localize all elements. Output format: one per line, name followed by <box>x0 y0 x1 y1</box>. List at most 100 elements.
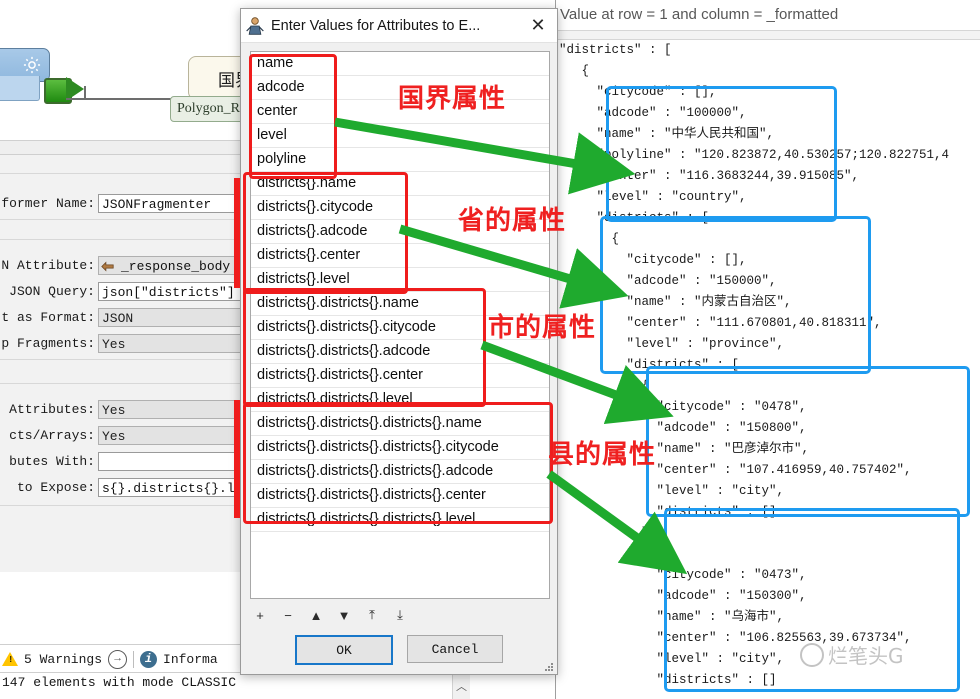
arrow-right-circle-icon[interactable]: → <box>108 649 128 669</box>
panel-divider <box>0 505 250 506</box>
json-line: "level" : "province", <box>559 337 785 351</box>
param-label: JSON Query: <box>9 284 95 299</box>
dialog-button-row: OK Cancel <box>241 635 557 669</box>
move-to-bottom-button[interactable]: ⤓ <box>393 607 407 622</box>
json-line: "districts" : [] <box>559 673 777 687</box>
move-up-button[interactable]: ▲ <box>309 608 323 623</box>
warnings-count-label[interactable]: 5 Warnings <box>24 652 102 667</box>
list-item[interactable]: districts{}.name <box>251 172 549 196</box>
inspector-header: Value at row = 1 and column = _formatted <box>556 0 980 28</box>
attribute-icon <box>101 261 114 272</box>
resize-grip-icon[interactable] <box>544 662 554 672</box>
json-line: { <box>559 379 650 393</box>
list-item[interactable]: districts{}.districts{}.districts{}.city… <box>251 436 549 460</box>
param-label: p Fragments: <box>1 336 95 351</box>
dialog-title: Enter Values for Attributes to E... <box>271 17 481 34</box>
json-line: "citycode" : "0473", <box>559 568 807 582</box>
json-line: "citycode" : "0478", <box>559 400 807 414</box>
param-label: Attributes: <box>9 402 95 417</box>
info-label[interactable]: Informa <box>163 652 218 667</box>
json-line: "center" : "106.825563,39.673734", <box>559 631 912 645</box>
panel-divider <box>0 359 250 360</box>
add-row-button[interactable]: + <box>253 608 267 623</box>
list-item[interactable]: districts{}.districts{}.districts{}.name <box>251 412 549 436</box>
json-line: "citycode" : [], <box>559 253 747 267</box>
json-line: "adcode" : "150000", <box>559 274 777 288</box>
chevron-up-icon[interactable]: ︿ <box>452 672 470 699</box>
json-value-view[interactable]: "districts" : [ { "citycode" : [], "adco… <box>556 40 980 699</box>
json-line: { <box>559 547 650 561</box>
flatten-fragments-select[interactable]: Yes <box>98 334 258 353</box>
output-format-select[interactable]: JSON <box>98 308 258 327</box>
status-divider <box>133 650 135 668</box>
list-item[interactable]: districts{}.districts{}.districts{}.adco… <box>251 460 549 484</box>
node-green-label: Polygon_R <box>177 101 241 116</box>
list-item[interactable]: polyline <box>251 148 549 172</box>
json-line: { <box>559 64 590 78</box>
param-row-flatten-fragments: p Fragments: Yes <box>0 333 258 355</box>
param-row-json-query: JSON Query: json["districts"] <box>0 281 258 303</box>
json-line: { <box>559 232 620 246</box>
param-row-transformer-name: former Name: JSONFragmenter <box>0 193 258 215</box>
list-item[interactable]: districts{}.level <box>251 268 549 292</box>
json-line: "level" : "country", <box>559 190 747 204</box>
remove-row-button[interactable]: − <box>281 608 295 623</box>
status-bar: 5 Warnings → i Informa <box>0 644 252 673</box>
json-line: "center" : "116.3683244,39.915085", <box>559 169 860 183</box>
panel-divider <box>0 173 250 174</box>
json-line: }, <box>559 526 657 540</box>
param-label: former Name: <box>1 196 95 211</box>
annotation-label-country: 国界属性 <box>398 84 507 114</box>
param-row-attributes: Attributes: Yes <box>0 399 258 421</box>
param-label: t as Format: <box>1 310 95 325</box>
list-item[interactable]: level <box>251 124 549 148</box>
json-line: "districts" : [ <box>559 358 740 372</box>
close-icon[interactable]: ✕ <box>523 11 553 41</box>
dialog-cancel-button[interactable]: Cancel <box>407 635 503 663</box>
panel-divider <box>0 239 250 240</box>
inspector-separator <box>556 30 980 40</box>
json-line: "districts" : [] <box>559 505 777 519</box>
list-item[interactable]: name <box>251 52 549 76</box>
list-item[interactable]: districts{}.districts{}.districts{}.cent… <box>251 484 549 508</box>
json-line: "name" : "乌海市", <box>559 610 785 624</box>
gear-icon[interactable] <box>21 54 43 76</box>
json-line: "adcode" : "150300", <box>559 589 807 603</box>
json-line: "polyline" : "120.823872,40.530257;120.8… <box>559 148 950 162</box>
param-label: to Expose: <box>16 480 95 495</box>
watermark-circle-icon <box>800 642 824 667</box>
json-line: "adcode" : "100000", <box>559 106 747 120</box>
json-line: "name" : "内蒙古自治区", <box>559 295 792 309</box>
param-label: butes With: <box>9 454 95 469</box>
annotation-label-province: 省的属性 <box>458 206 567 236</box>
param-row-objects-arrays: cts/Arrays: Yes <box>0 425 258 447</box>
log-output-area: 147 elements with mode CLASSIC <box>0 672 470 699</box>
param-label: cts/Arrays: <box>9 428 95 443</box>
param-label: N Attribute: <box>1 258 95 273</box>
annotation-label-county: 县的属性 <box>548 440 657 470</box>
dialog-ok-button[interactable]: OK <box>295 635 393 665</box>
json-line: "districts" : [ <box>559 43 672 57</box>
dialog-title-bar[interactable]: Enter Values for Attributes to E... ✕ <box>241 9 557 43</box>
info-circle-icon: i <box>140 650 158 668</box>
move-to-top-button[interactable]: ⤒ <box>365 607 379 622</box>
workbench-node-body <box>0 76 40 101</box>
list-item[interactable]: districts{}.districts{}.level <box>251 388 549 412</box>
json-line: "districts" : [ <box>559 211 710 225</box>
screenshot-root: 国界 Polygon_R former Name: JSONFragmenter… <box>0 0 980 699</box>
data-inspector-panel: Value at row = 1 and column = _formatted… <box>555 0 980 699</box>
list-item[interactable]: districts{}.center <box>251 244 549 268</box>
param-row-json-attribute: N Attribute: _response_body <box>0 255 258 277</box>
json-line: "citycode" : [], <box>559 85 717 99</box>
json-line: "level" : "city", <box>559 652 785 666</box>
list-toolbar: + − ▲ ▼ ⤒ ⤓ <box>253 605 543 625</box>
list-item[interactable]: districts{}.districts{}.districts{}.leve… <box>251 508 549 532</box>
param-row-output-format: t as Format: JSON <box>0 307 258 329</box>
warning-triangle-icon <box>2 652 18 666</box>
workbench-canvas: 国界 Polygon_R <box>0 0 288 152</box>
annotation-strip-left-1 <box>234 178 240 288</box>
move-down-button[interactable]: ▼ <box>337 608 351 623</box>
list-item[interactable]: districts{}.districts{}.center <box>251 364 549 388</box>
panel-divider <box>0 219 250 220</box>
json-line: "name" : "中华人民共和国", <box>559 127 775 141</box>
